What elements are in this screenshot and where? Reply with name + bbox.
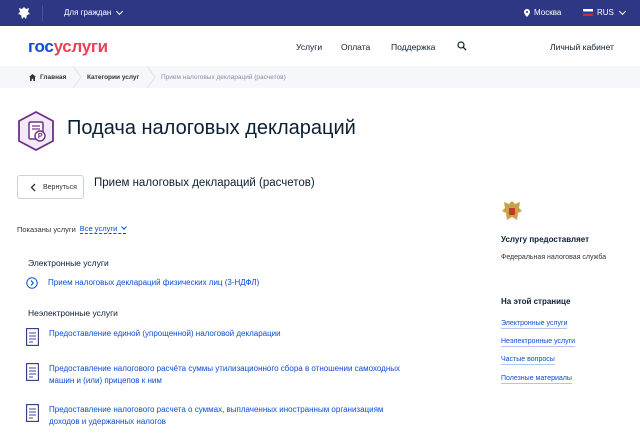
breadcrumb-separator [72,66,82,88]
back-button[interactable]: Вернуться [17,175,84,199]
service-link-line: доходов и удержанных налогов [49,417,166,426]
provider-name: Федеральная налоговая служба [501,254,607,261]
language-selector[interactable]: RUS [583,7,626,17]
service-item[interactable]: Предоставление налогового расчёта суммы … [26,363,400,387]
service-link[interactable]: Предоставление налогового расчёта суммы … [49,363,400,387]
on-page-link-materials[interactable]: Полезные материалы [501,374,572,384]
filter-select[interactable]: Все услуги [79,224,128,234]
breadcrumb-home-label: Главная [40,74,67,81]
breadcrumb-home[interactable]: Главная [29,74,66,81]
breadcrumb-separator [146,66,156,88]
page-title: Подача налоговых деклараций [67,117,356,139]
audience-label: Для граждан [64,8,112,17]
filter-value: Все услуги [79,224,118,233]
personal-account-link[interactable]: Личный кабинет [550,42,614,52]
filter-label: Показаны услуги [17,224,76,234]
breadcrumb-current: Прием налоговых деклараций (расчетов) [161,74,286,81]
breadcrumb-categories[interactable]: Категории услуг [87,74,139,81]
service-link-line: машин и (или) прицепов к ним [49,376,162,385]
logo-part-gos: гос [28,37,54,56]
document-icon [26,404,39,422]
service-item[interactable]: Предоставление налогового расчета о сумм… [26,404,383,428]
document-icon [26,363,39,381]
top-bar: Для граждан Москва RUS [0,0,640,26]
divider [42,5,43,21]
non-electronic-services-heading: Неэлектронные услуги [28,308,118,318]
service-subtitle: Прием налоговых деклараций (расчетов) [94,177,315,189]
city-label: Москва [534,8,562,17]
home-icon [29,74,36,81]
audience-selector[interactable]: Для граждан [64,7,124,17]
coat-of-arms-icon[interactable] [17,6,31,20]
service-link[interactable]: Предоставление налогового расчета о сумм… [49,404,383,428]
chevron-down-icon [121,224,128,230]
nav-payment[interactable]: Оплата [341,42,370,52]
on-page-link-non-electronic[interactable]: Неэлектронные услуги [501,337,576,347]
document-icon [26,328,39,346]
chevron-left-icon [30,183,36,191]
electronic-services-heading: Электронные услуги [28,258,109,268]
service-item[interactable]: Предоставление единой (упрощенной) налог… [26,328,281,346]
service-link[interactable]: Предоставление единой (упрощенной) налог… [49,328,281,340]
chevron-down-icon [116,7,124,15]
on-page-link-electronic[interactable]: Электронные услуги [501,319,568,329]
service-link-line: Предоставление налогового расчёта суммы … [49,364,400,373]
breadcrumb: Главная Категории услуг Прием налоговых … [0,66,640,88]
chevron-down-icon [618,7,626,15]
tax-declaration-icon [18,110,54,152]
nav-services[interactable]: Услуги [296,42,322,52]
service-link-line: Предоставление единой (упрощенной) налог… [49,329,281,338]
provider-heading: Услугу предоставляет [501,235,590,244]
gosuslugi-logo[interactable]: госуслуги [28,37,108,57]
service-link-line: Предоставление налогового расчета о сумм… [49,405,384,414]
on-page-link-faq[interactable]: Частые вопросы [501,355,555,365]
service-item[interactable]: Прием налоговых деклараций физических ли… [26,277,259,289]
location-selector[interactable]: Москва [524,8,561,17]
back-button-label: Вернуться [43,183,77,191]
on-page-heading: На этой странице [501,297,571,306]
logo-part-uslugi: услуги [53,37,109,56]
main-header: госуслуги Услуги Оплата Поддержка Личный… [0,26,640,66]
service-link[interactable]: Прием налоговых деклараций физических ли… [48,277,259,289]
fns-emblem-icon [502,201,522,220]
services-filter: Показаны услуги Все услуги [17,224,128,234]
nav-support[interactable]: Поддержка [391,42,435,52]
russian-flag-icon [583,9,593,16]
chevron-right-circle-icon [26,277,38,289]
location-pin-icon [524,8,530,17]
search-icon[interactable] [457,41,467,51]
language-label: RUS [597,8,614,17]
